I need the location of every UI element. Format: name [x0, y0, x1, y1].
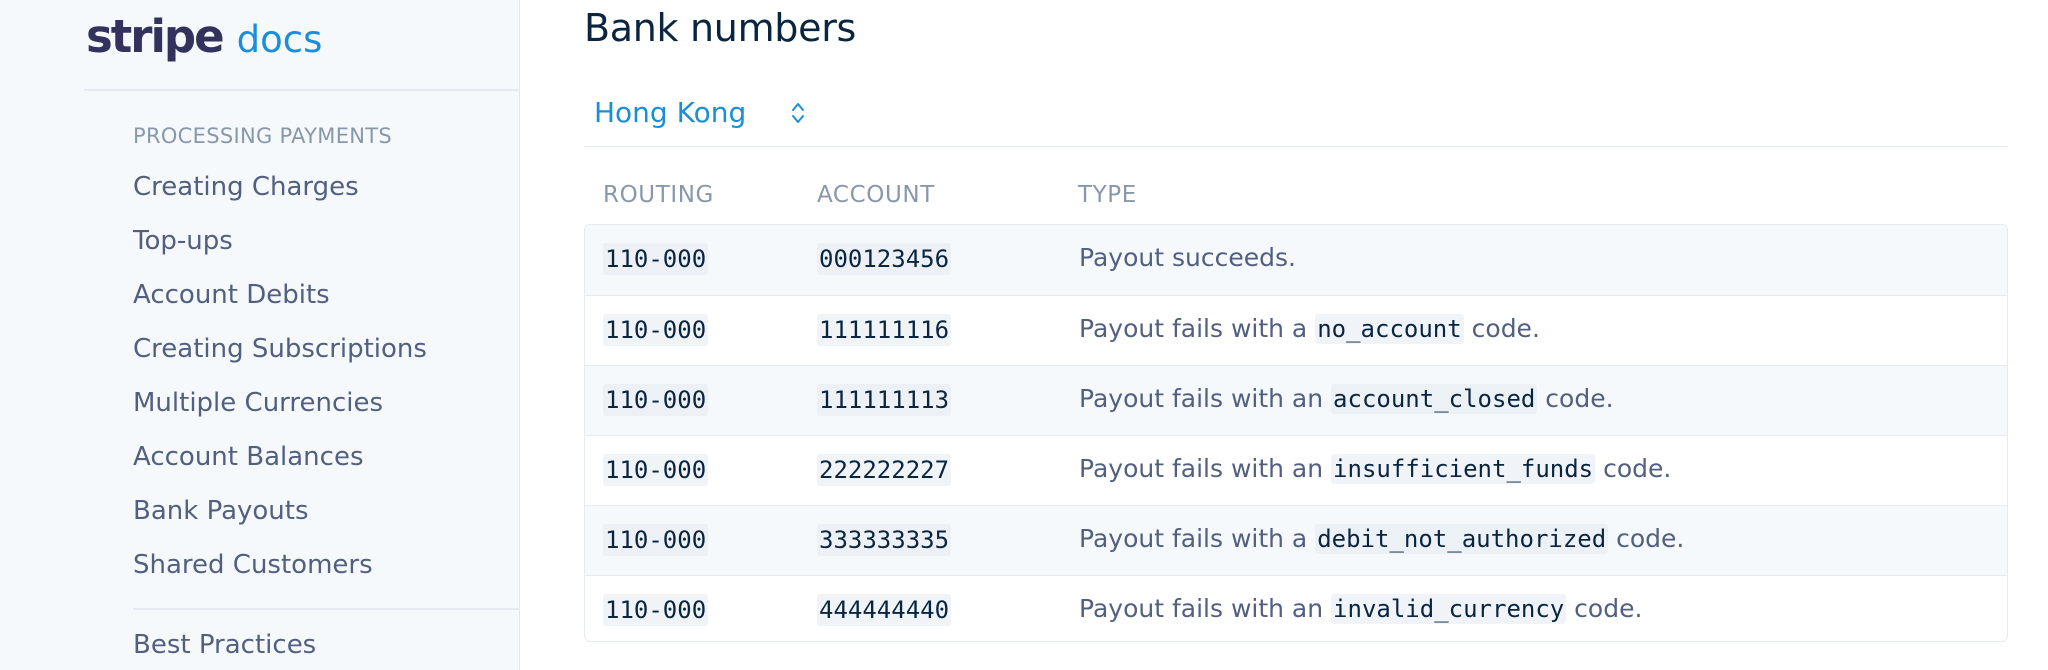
bank-numbers-table: 110-000 000123456 Payout succeeds. 110-0… [584, 224, 2008, 642]
error-code: invalid_currency [1331, 594, 1567, 624]
sidebar-item-creating-subscriptions[interactable]: Creating Subscriptions [133, 324, 427, 378]
table-row: 110-000 444444440 Payout fails with an i… [585, 575, 2007, 641]
sidebar-item-shared-customers[interactable]: Shared Customers [133, 540, 427, 594]
account-number: 000123456 [817, 243, 952, 275]
updown-chevron-icon [790, 100, 806, 126]
table-row: 110-000 111111116 Payout fails with a no… [585, 295, 2007, 365]
table-row: 110-000 222222227 Payout fails with an i… [585, 435, 2007, 505]
type-suffix: code. [1608, 524, 1685, 553]
sidebar-item-account-balances[interactable]: Account Balances [133, 432, 427, 486]
type-text: Payout fails with an [1079, 594, 1332, 623]
routing-number: 110-000 [603, 454, 709, 486]
error-code: account_closed [1331, 384, 1538, 414]
type-description: Payout fails with a debit_not_authorized… [1079, 524, 1685, 554]
country-select[interactable]: Hong Kong [594, 96, 806, 129]
type-text: Payout succeeds. [1079, 243, 1296, 272]
account-number: 111111116 [817, 314, 952, 346]
sidebar-nav: Creating Charges Top-ups Account Debits … [133, 162, 427, 594]
sidebar-item-account-debits[interactable]: Account Debits [133, 270, 427, 324]
country-select-value: Hong Kong [594, 96, 747, 129]
type-description: Payout succeeds. [1079, 243, 1296, 272]
error-code: debit_not_authorized [1315, 524, 1609, 554]
sidebar-item-creating-charges[interactable]: Creating Charges [133, 162, 427, 216]
column-header-account: ACCOUNT [817, 182, 935, 208]
column-header-routing: ROUTING [603, 182, 714, 208]
type-description: Payout fails with a no_account code. [1079, 314, 1540, 344]
routing-number: 110-000 [603, 384, 709, 416]
select-divider [584, 146, 2008, 147]
sidebar-item-multiple-currencies[interactable]: Multiple Currencies [133, 378, 427, 432]
error-code: no_account [1315, 314, 1464, 344]
type-suffix: code. [1463, 314, 1540, 343]
account-number: 444444440 [817, 594, 952, 626]
page-title: Bank numbers [584, 6, 857, 50]
account-number: 111111113 [817, 384, 952, 416]
type-description: Payout fails with an account_closed code… [1079, 384, 1614, 414]
sidebar-divider [84, 89, 520, 91]
type-text: Payout fails with a [1079, 314, 1316, 343]
sidebar-item-bank-payouts[interactable]: Bank Payouts [133, 486, 427, 540]
type-description: Payout fails with an invalid_currency co… [1079, 594, 1643, 624]
routing-number: 110-000 [603, 314, 709, 346]
sidebar-section-heading: PROCESSING PAYMENTS [133, 124, 393, 148]
account-number: 333333335 [817, 524, 952, 556]
type-suffix: code. [1537, 384, 1614, 413]
stripe-wordmark: stripe [86, 10, 225, 63]
routing-number: 110-000 [603, 524, 709, 556]
sidebar-divider [133, 608, 520, 610]
sidebar-item-top-ups[interactable]: Top-ups [133, 216, 427, 270]
error-code: insufficient_funds [1331, 454, 1596, 484]
type-text: Payout fails with an [1079, 454, 1332, 483]
sidebar-item-best-practices[interactable]: Best Practices [133, 624, 316, 666]
main-content: Bank numbers Hong Kong ROUTING ACCOUNT T… [584, 0, 2008, 670]
stripe-docs-logo[interactable]: stripe docs [86, 10, 323, 63]
type-text: Payout fails with an [1079, 384, 1332, 413]
table-row: 110-000 000123456 Payout succeeds. [585, 225, 2007, 295]
account-number: 222222227 [817, 454, 952, 486]
sidebar: stripe docs PROCESSING PAYMENTS Creating… [0, 0, 520, 670]
type-description: Payout fails with an insufficient_funds … [1079, 454, 1672, 484]
table-row: 110-000 333333335 Payout fails with a de… [585, 505, 2007, 575]
routing-number: 110-000 [603, 243, 709, 275]
routing-number: 110-000 [603, 594, 709, 626]
docs-wordmark: docs [236, 18, 323, 61]
table-row: 110-000 111111113 Payout fails with an a… [585, 365, 2007, 435]
type-text: Payout fails with a [1079, 524, 1316, 553]
type-suffix: code. [1595, 454, 1672, 483]
type-suffix: code. [1566, 594, 1643, 623]
column-header-type: TYPE [1078, 182, 1137, 208]
